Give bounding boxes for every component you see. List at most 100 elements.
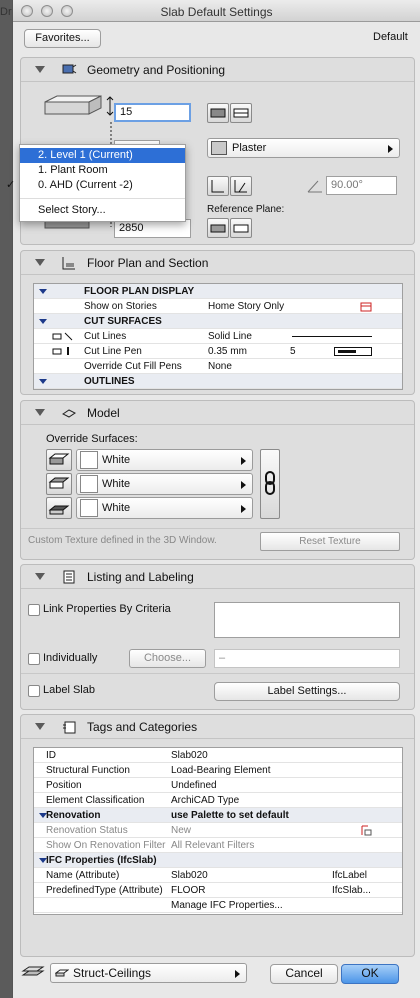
pen-weight-sample	[334, 347, 372, 356]
layer-label: Struct-Ceilings	[73, 966, 152, 980]
label-slab-label: Label Slab	[43, 684, 95, 696]
collapse-triangle-icon[interactable]	[35, 723, 45, 730]
link-properties-checkbox[interactable]	[28, 604, 40, 616]
tags-header[interactable]: Tags and Categories	[21, 715, 414, 739]
divider	[21, 673, 414, 674]
story-menu-item-level-1[interactable]: 2. Level 1 (Current)	[20, 148, 185, 163]
table-row[interactable]: Structural Function Load-Bearing Element	[34, 763, 402, 778]
side-surface-popup[interactable]: White	[76, 473, 253, 495]
listing-icon	[63, 570, 75, 584]
table-row[interactable]: Show On Renovation Filter All Relevant Fi…	[34, 838, 402, 853]
ok-button[interactable]: OK	[341, 964, 399, 984]
chevron-right-icon	[241, 481, 246, 489]
title-bar: Slab Default Settings	[13, 0, 420, 22]
criteria-box[interactable]	[214, 602, 400, 638]
tags-icon	[63, 721, 76, 734]
individually-checkbox[interactable]	[28, 653, 40, 665]
story-icon	[360, 302, 372, 312]
reference-plane-bottom-icon[interactable]	[230, 218, 252, 238]
bottom-surface-popup[interactable]: White	[76, 497, 253, 519]
layer-popup[interactable]: Struct-Ceilings	[50, 963, 247, 983]
surface-material-popup[interactable]: Plaster	[207, 138, 400, 158]
story-menu-item-ahd[interactable]: ✓ 0. AHD (Current -2)	[6, 178, 185, 193]
story-menu-item-select-story[interactable]: Select Story...	[20, 203, 185, 218]
label-settings-button[interactable]: Label Settings...	[214, 682, 400, 701]
surface-swatch-icon	[80, 475, 98, 493]
chain-link-icon[interactable]	[260, 449, 280, 519]
floorplan-title: Floor Plan and Section	[87, 256, 209, 270]
renovation-icon	[361, 825, 372, 836]
table-row[interactable]: FLOOR PLAN DISPLAY	[34, 284, 402, 299]
pen-icon	[52, 347, 69, 355]
cancel-button[interactable]: Cancel	[270, 964, 338, 984]
floorplan-icon	[62, 257, 75, 270]
floorplan-header[interactable]: Floor Plan and Section	[21, 251, 414, 275]
table-row[interactable]: Show on Stories Home Story Only	[34, 299, 402, 314]
checkmark-icon: ✓	[6, 179, 16, 191]
geometry-header[interactable]: Geometry and Positioning	[21, 58, 414, 82]
link-properties-label: Link Properties By Criteria	[43, 603, 171, 615]
listing-title: Listing and Labeling	[87, 570, 194, 584]
angle-icon	[307, 180, 322, 193]
manage-ifc-row[interactable]: Manage IFC Properties...	[34, 898, 402, 913]
default-label: Default	[373, 31, 408, 43]
table-row[interactable]: Renovation use Palette to set default	[34, 808, 402, 823]
reference-plane-label: Reference Plane:	[207, 204, 285, 215]
collapse-triangle-icon[interactable]	[35, 409, 45, 416]
override-surfaces-label: Override Surfaces:	[46, 433, 138, 445]
geometry-icon	[62, 64, 77, 74]
surface-swatch-icon	[80, 451, 98, 469]
angle-input[interactable]: 90.00°	[326, 176, 397, 195]
listing-section: Listing and Labeling Link Properties By …	[20, 564, 415, 710]
reference-plane-top-icon[interactable]	[207, 218, 229, 238]
geometry-title: Geometry and Positioning	[87, 63, 226, 77]
table-row[interactable]: CUT SURFACES	[34, 314, 402, 329]
favorites-button[interactable]: Favorites...	[24, 29, 101, 48]
top-surface-icon[interactable]	[46, 449, 72, 471]
table-row[interactable]: IFC Properties (IfcSlab)	[34, 853, 402, 868]
custom-texture-note: Custom Texture defined in the 3D Window.	[28, 535, 217, 546]
choose-button[interactable]: Choose...	[129, 649, 206, 668]
table-row[interactable]: PredefinedType (Attribute) FLOOR IfcSlab..…	[34, 883, 402, 898]
choose-value-field: –	[214, 649, 400, 668]
table-row[interactable]: Element Classification ArchiCAD Type	[34, 793, 402, 808]
reset-texture-button[interactable]: Reset Texture	[260, 532, 400, 551]
table-row[interactable]: Cut Line Pen 0.35 mm 5	[34, 344, 402, 359]
hatch-bottom-icon[interactable]	[230, 103, 252, 123]
table-row[interactable]: Position Undefined	[34, 778, 402, 793]
table-row[interactable]: ID Slab020	[34, 748, 402, 763]
story-menu-item-plant-room[interactable]: 1. Plant Room	[20, 163, 185, 178]
bottom-surface-icon[interactable]	[46, 497, 72, 519]
table-row[interactable]: OUTLINES	[34, 374, 402, 389]
model-title: Model	[87, 406, 120, 420]
divider	[21, 528, 414, 529]
model-section: Model Override Surfaces: White White Whi…	[20, 400, 415, 560]
surface-swatch-icon	[80, 499, 98, 517]
table-row[interactable]: Renovation Status New	[34, 823, 402, 838]
table-row[interactable]: Cut Lines Solid Line	[34, 329, 402, 344]
chevron-right-icon	[388, 145, 393, 153]
tags-title: Tags and Categories	[87, 720, 198, 734]
label-slab-checkbox[interactable]	[28, 685, 40, 697]
collapse-triangle-icon[interactable]	[35, 573, 45, 580]
collapse-triangle-icon[interactable]	[35, 259, 45, 266]
table-row[interactable]: Override Cut Fill Pens None	[34, 359, 402, 374]
tags-table: ID Slab020 Structural Function Load-Bearin…	[33, 747, 403, 915]
table-row[interactable]: Name (Attribute) Slab020 IfcLabel	[34, 868, 402, 883]
hatch-top-icon[interactable]	[207, 103, 229, 123]
listing-header[interactable]: Listing and Labeling	[21, 565, 414, 589]
story-menu: 2. Level 1 (Current) 1. Plant Room ✓ 0. A…	[6, 144, 186, 222]
collapse-triangle-icon[interactable]	[35, 66, 45, 73]
slab-thickness-icon	[44, 95, 102, 115]
top-surface-popup[interactable]: White	[76, 449, 253, 471]
thickness-input[interactable]: 15	[114, 103, 191, 122]
side-surface-icon[interactable]	[46, 473, 72, 495]
chevron-right-icon	[235, 970, 240, 978]
edge-angle-perp-icon[interactable]	[207, 176, 229, 196]
model-header[interactable]: Model	[21, 401, 414, 425]
edge-angle-custom-icon[interactable]	[230, 176, 252, 196]
surface-material-label: Plaster	[232, 142, 267, 154]
solid-line-sample	[292, 336, 372, 337]
material-swatch-icon	[211, 141, 227, 155]
individually-label: Individually	[43, 652, 98, 664]
